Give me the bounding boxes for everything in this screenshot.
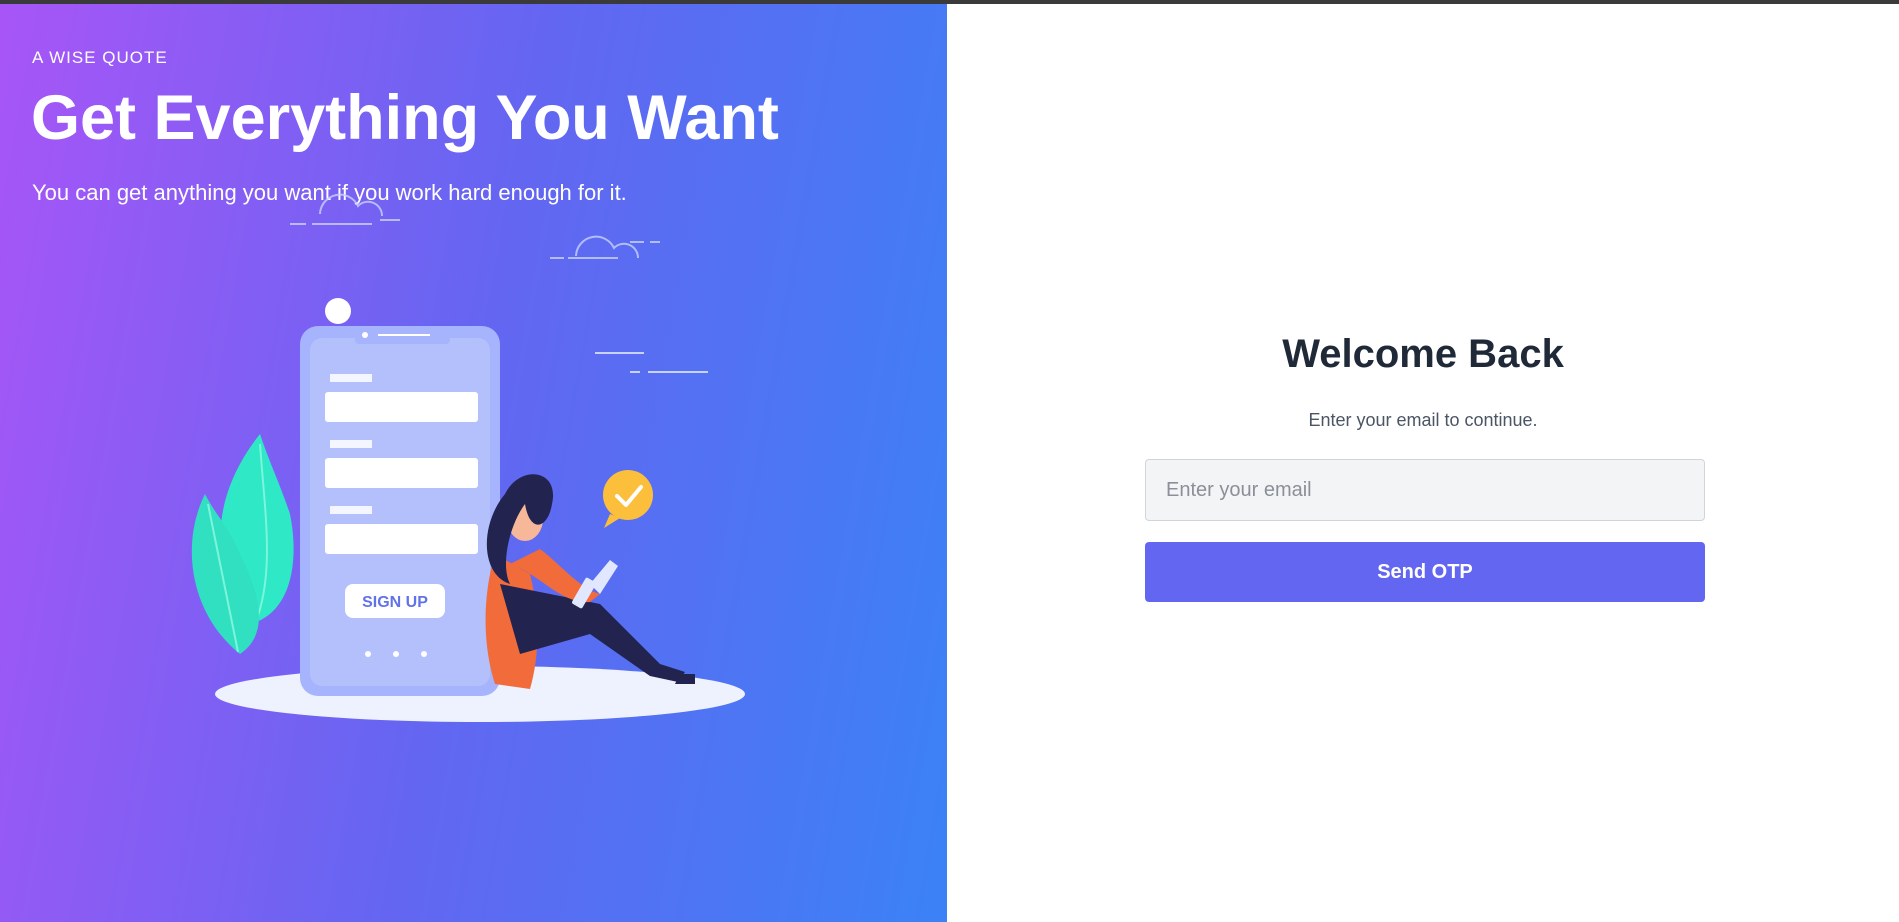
signup-illustration: SIGN UP — [191, 193, 745, 722]
send-otp-button[interactable]: Send OTP — [1145, 542, 1705, 602]
phone-icon: SIGN UP — [300, 298, 500, 696]
welcome-title: Welcome Back — [1282, 332, 1564, 376]
hero-panel: A WISE QUOTE Get Everything You Want You… — [0, 4, 947, 922]
login-panel: Welcome Back Enter your email to continu… — [947, 4, 1899, 922]
email-input[interactable] — [1145, 459, 1705, 521]
hero-eyebrow: A WISE QUOTE — [32, 48, 168, 67]
person-illustration — [485, 474, 695, 689]
email-hint: Enter your email to continue. — [1308, 410, 1538, 430]
leaf-icon — [191, 434, 294, 654]
cloud-icon — [550, 235, 660, 259]
decorative-lines — [595, 352, 708, 373]
cloud-icon — [290, 193, 400, 225]
phone-signup-label: SIGN UP — [362, 594, 428, 611]
check-badge-icon — [603, 470, 653, 528]
hero-title: Get Everything You Want — [31, 83, 779, 153]
